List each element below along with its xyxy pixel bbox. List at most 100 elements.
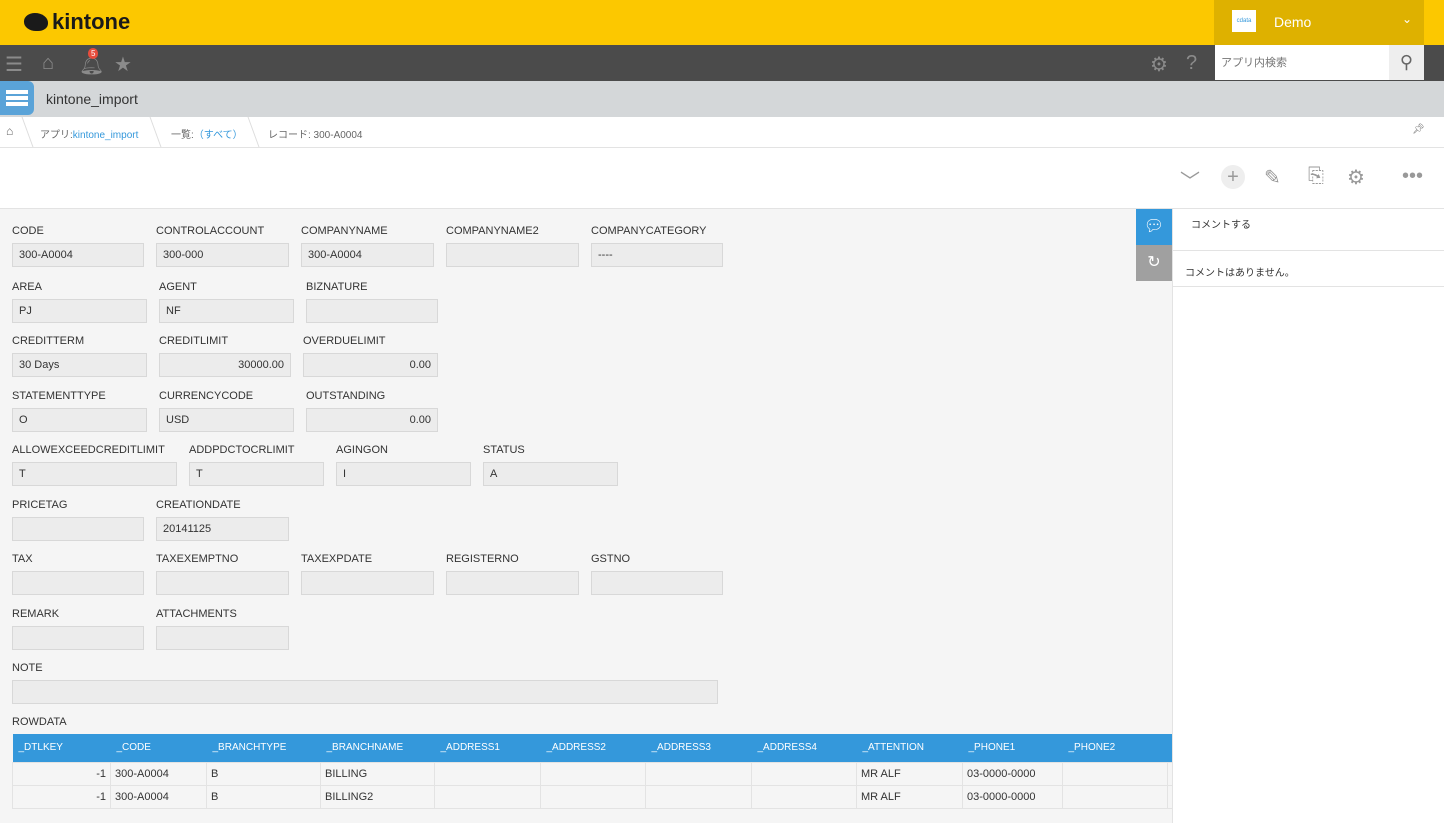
field-label: CREDITTERM (12, 335, 85, 347)
column-header: _PHONE2 (1062, 734, 1168, 762)
home-icon[interactable]: ⌂ (6, 124, 13, 138)
field-note[interactable] (12, 680, 718, 704)
field-label: CREDITLIMIT (159, 335, 229, 347)
table-cell (751, 784, 857, 809)
duplicate-icon[interactable]: ⎘ (1308, 165, 1324, 188)
comment-tab[interactable]: 💬︎ (1136, 209, 1172, 245)
field-allowexceedcreditlimit[interactable]: T (12, 462, 177, 486)
field-label: CREATIONDATE (156, 499, 241, 511)
field-label: STATEMENTTYPE (12, 390, 106, 402)
table-cell: BILLING2 (320, 784, 435, 809)
field-overduelimit[interactable]: 0.00 (303, 353, 438, 377)
field-biznature[interactable] (306, 299, 438, 323)
comment-icon: 💬︎ (1143, 218, 1165, 235)
column-header: _BRANCHTYPE (206, 734, 321, 762)
search-button[interactable]: ⚲ (1389, 45, 1424, 80)
more-icon[interactable]: ••• (1402, 165, 1423, 188)
field-label: COMPANYNAME2 (446, 225, 539, 237)
field-label: STATUS (483, 444, 525, 456)
field-label: ADDPDCTOCRLIMIT (189, 444, 295, 456)
table-cell: 03-0000-0000 (962, 761, 1063, 786)
field-currencycode[interactable]: USD (159, 408, 294, 432)
field-remark[interactable] (12, 626, 144, 650)
breadcrumb-list[interactable]: 一覧:（すべて） (171, 126, 243, 141)
gear-icon[interactable]: ⚙ (1347, 165, 1365, 190)
no-comments: コメントはありません。 (1173, 251, 1444, 287)
table-row: -1300-A0004BBILLINGMR ALF03-0000-00000 (12, 761, 1184, 786)
field-creditlimit[interactable]: 30000.00 (159, 353, 291, 377)
field-outstanding[interactable]: 0.00 (306, 408, 438, 432)
field-code[interactable]: 300-A0004 (12, 243, 144, 267)
pin-icon[interactable]: 📌︎ (1412, 124, 1425, 135)
field-label: ALLOWEXCEEDCREDITLIMIT (12, 444, 165, 456)
field-pricetag[interactable] (12, 517, 144, 541)
field-taxexpdate[interactable] (301, 571, 434, 595)
table-cell (1062, 761, 1168, 786)
column-header: _ATTENTION (856, 734, 963, 762)
field-attachments[interactable] (156, 626, 289, 650)
field-registerno[interactable] (446, 571, 579, 595)
column-header: _ADDRESS2 (540, 734, 646, 762)
app-icon[interactable] (0, 81, 34, 115)
field-area[interactable]: PJ (12, 299, 147, 323)
add-record-button[interactable]: + (1221, 165, 1245, 189)
field-label: TAXEXPDATE (301, 553, 373, 565)
search-input[interactable] (1215, 45, 1389, 80)
field-label: REGISTERNO (446, 553, 519, 565)
field-label: OVERDUELIMIT (303, 335, 386, 347)
field-creditterm[interactable]: 30 Days (12, 353, 147, 377)
home-icon[interactable]: ⌂ (42, 52, 54, 75)
field-companyname2[interactable] (446, 243, 579, 267)
field-label: TAXEXEMPTNO (156, 553, 239, 565)
field-companycategory[interactable]: ---- (591, 243, 723, 267)
field-creationdate[interactable]: 20141125 (156, 517, 289, 541)
field-agent[interactable]: NF (159, 299, 294, 323)
account-logo: cdata (1232, 10, 1256, 32)
field-taxexemptno[interactable] (156, 571, 289, 595)
field-status[interactable]: A (483, 462, 618, 486)
table-cell: 300-A0004 (110, 784, 207, 809)
help-icon[interactable]: ? (1186, 52, 1197, 75)
column-header: _CODE (110, 734, 207, 762)
account-menu[interactable]: cdata Demo ⌄ (1214, 0, 1424, 45)
field-tax[interactable] (12, 571, 144, 595)
field-gstno[interactable] (591, 571, 723, 595)
star-icon[interactable]: ★ (114, 52, 132, 77)
chevron-down-icon[interactable]: ﹀ (1180, 165, 1200, 194)
field-companyname[interactable]: 300-A0004 (301, 243, 434, 267)
field-addpdctocrlimit[interactable]: T (189, 462, 324, 486)
menu-icon[interactable]: ☰ (5, 52, 23, 77)
table-cell (434, 761, 541, 786)
table-cell (645, 761, 752, 786)
comment-prompt: コメントする (1191, 220, 1251, 231)
field-label: CONTROLACCOUNT (156, 225, 265, 237)
app-prefix: アプリ: (40, 130, 73, 141)
rowdata-label: ROWDATA (12, 716, 67, 728)
comment-input[interactable]: コメントする (1173, 209, 1444, 251)
field-controlaccount[interactable]: 300-000 (156, 243, 289, 267)
history-tab[interactable]: ↻ (1136, 245, 1172, 281)
history-icon: ↻ (1147, 254, 1161, 271)
field-label: PRICETAG (12, 499, 68, 511)
table-cell (751, 761, 857, 786)
column-header: _BRANCHNAME (320, 734, 435, 762)
field-label: BIZNATURE (306, 281, 368, 293)
list-link[interactable]: （すべて） (194, 130, 243, 141)
table-cell: MR ALF (856, 761, 963, 786)
account-name: Demo (1274, 14, 1312, 30)
app-bar (0, 81, 1444, 117)
table-cell: B (206, 761, 321, 786)
kintone-logo[interactable]: kintone (24, 9, 130, 35)
table-cell: MR ALF (856, 784, 963, 809)
breadcrumb: ⌂ アプリ:kintone_import 一覧:（すべて） レコード: 300-… (0, 117, 1444, 148)
field-label: CODE (12, 225, 44, 237)
table-cell: -1 (12, 761, 111, 786)
field-statementtype[interactable]: O (12, 408, 147, 432)
app-link[interactable]: kintone_import (73, 130, 139, 141)
field-agingon[interactable]: I (336, 462, 471, 486)
breadcrumb-app[interactable]: アプリ:kintone_import (40, 126, 138, 141)
gear-icon[interactable]: ⚙ (1150, 52, 1168, 77)
field-label: AGENT (159, 281, 197, 293)
field-label: COMPANYCATEGORY (591, 225, 707, 237)
edit-icon[interactable]: ✎ (1264, 165, 1281, 190)
